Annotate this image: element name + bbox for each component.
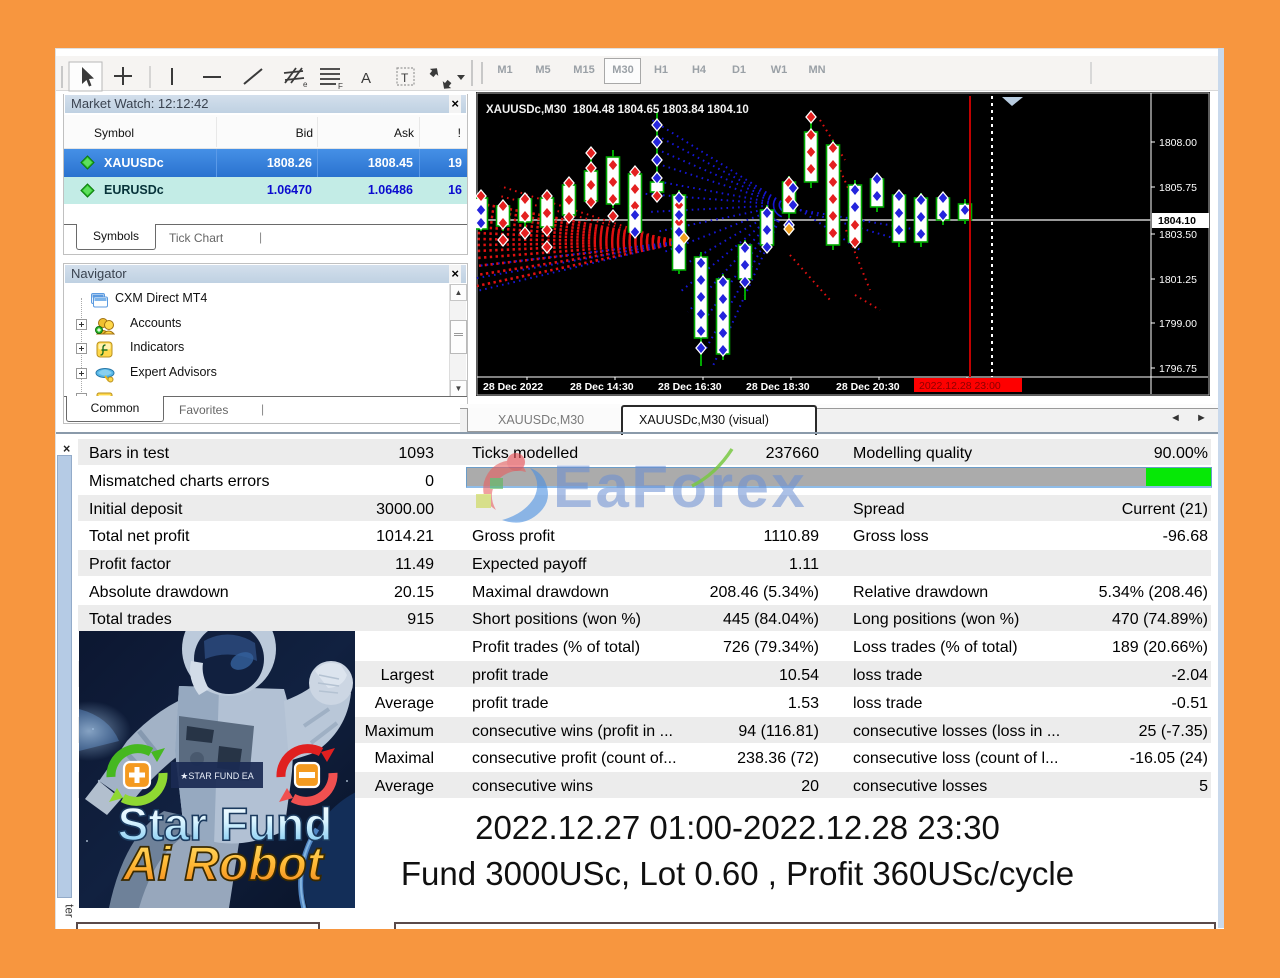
svg-text:28 Dec 2022: 28 Dec 2022 [483, 381, 543, 393]
svg-text:2022.12.28 23:00: 2022.12.28 23:00 [919, 380, 1001, 392]
svg-text:1796.75: 1796.75 [1159, 363, 1197, 375]
svg-text:Ai Robot: Ai Robot [122, 838, 325, 891]
svg-text:1805.75: 1805.75 [1159, 182, 1197, 194]
svg-text:28 Dec 16:30: 28 Dec 16:30 [658, 381, 722, 393]
svg-text:XAUUSDc,M30 1804.48 1804.65 1: XAUUSDc,M30 1804.48 1804.65 1803.84 1804… [486, 104, 749, 116]
svg-text:F: F [338, 82, 343, 91]
svg-text:T: T [401, 71, 409, 85]
svg-text:1801.25: 1801.25 [1159, 274, 1197, 286]
svg-text:1803.50: 1803.50 [1159, 229, 1197, 241]
svg-text:28 Dec 18:30: 28 Dec 18:30 [746, 381, 810, 393]
svg-text:★STAR FUND EA: ★STAR FUND EA [180, 771, 253, 781]
svg-text:28 Dec 20:30: 28 Dec 20:30 [836, 381, 900, 393]
svg-text:1808.00: 1808.00 [1159, 137, 1197, 149]
svg-text:1804.10: 1804.10 [1158, 215, 1196, 227]
svg-text:A: A [361, 70, 371, 87]
svg-text:28 Dec 14:30: 28 Dec 14:30 [570, 381, 634, 393]
svg-text:1799.00: 1799.00 [1159, 318, 1197, 330]
svg-text:e: e [303, 80, 308, 89]
